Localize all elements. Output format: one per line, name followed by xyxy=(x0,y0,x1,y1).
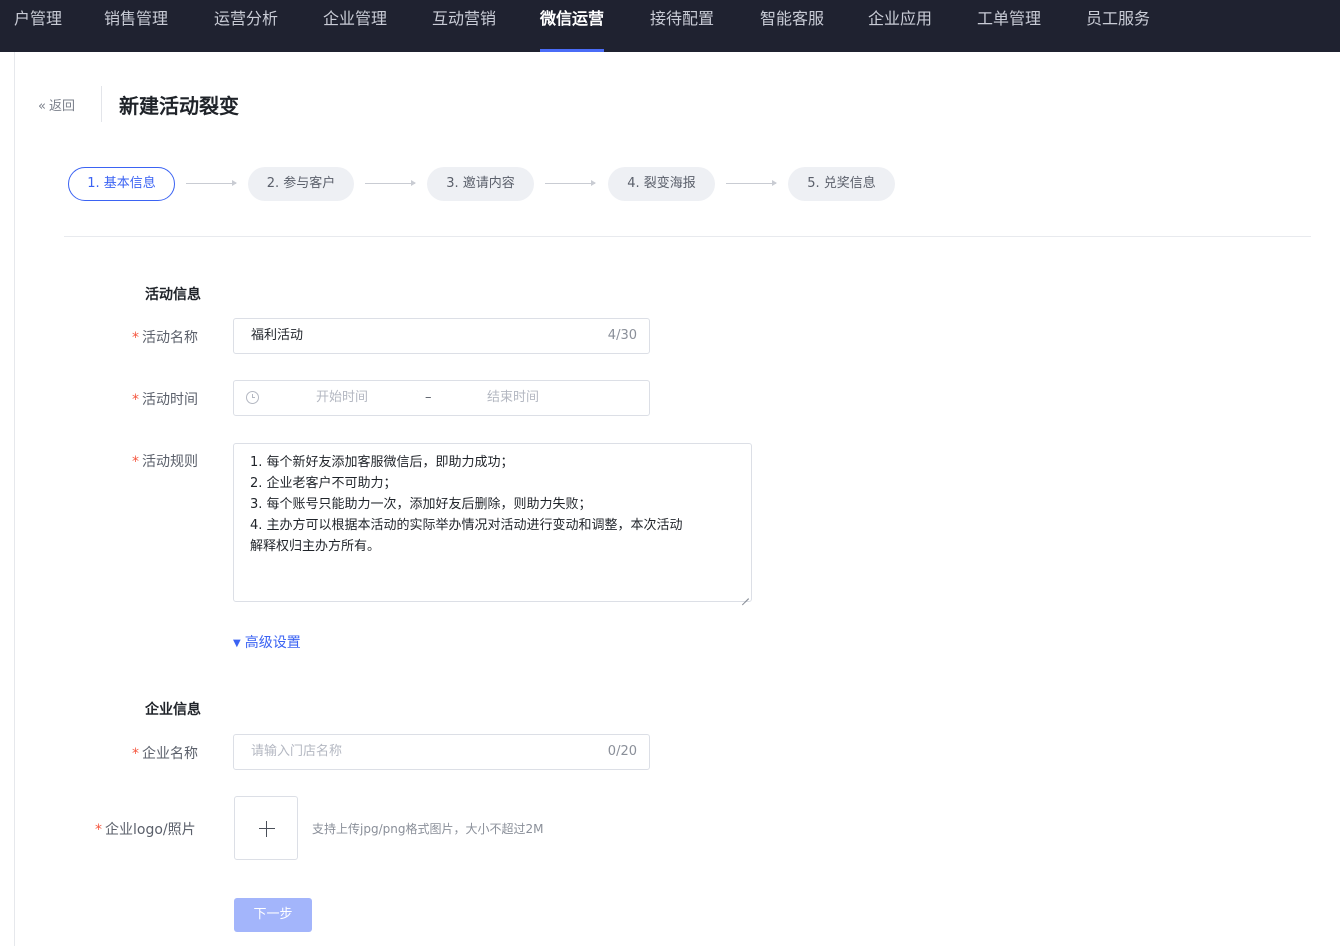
required-mark: * xyxy=(132,392,139,408)
required-mark: * xyxy=(95,822,102,838)
company-name-input[interactable]: 请输入门店名称 0/20 xyxy=(233,734,650,770)
nav-item-tickets[interactable]: 工单管理 xyxy=(977,0,1041,52)
nav-item-ai-service[interactable]: 智能客服 xyxy=(760,0,824,52)
start-time-placeholder: 开始时间 xyxy=(316,390,369,405)
required-mark: * xyxy=(132,330,139,346)
plus-icon xyxy=(259,821,275,837)
clock-icon xyxy=(246,391,259,404)
activity-rules-textarea[interactable]: 1. 每个新好友添加客服微信后，即助力成功； 2. 企业老客户不可助力； 3. … xyxy=(233,443,752,602)
company-logo-label: * 企业logo/照片 xyxy=(95,822,196,838)
caret-down-icon: ▼ xyxy=(233,638,241,649)
nav-item-enterprise[interactable]: 企业管理 xyxy=(323,0,387,52)
end-time-placeholder: 结束时间 xyxy=(487,390,540,405)
activity-name-label: * 活动名称 xyxy=(132,330,198,346)
title-divider xyxy=(101,86,102,122)
step-poster[interactable]: 4. 裂变海报 xyxy=(608,167,715,201)
activity-rules-label: * 活动规则 xyxy=(132,454,198,470)
rule-line: 4. 主办方可以根据本活动的实际举办情况对活动进行变动和调整，本次活动 xyxy=(250,518,683,533)
activity-time-range-picker[interactable]: 开始时间 – 结束时间 xyxy=(233,380,650,416)
next-step-button[interactable]: 下一步 xyxy=(234,898,312,932)
activity-section-title: 活动信息 xyxy=(145,287,201,303)
step-arrow xyxy=(365,180,416,186)
back-label: 返回 xyxy=(48,99,75,114)
time-separator: – xyxy=(425,390,432,405)
nav-item-wechat[interactable]: 微信运营 xyxy=(540,0,605,52)
company-section-title: 企业信息 xyxy=(145,702,201,718)
resize-handle-icon[interactable] xyxy=(741,591,749,599)
rule-line: 3. 每个账号只能助力一次，添加好友后删除，则助力失败； xyxy=(250,497,592,512)
step-arrow xyxy=(726,180,777,186)
nav-item-employee[interactable]: 员工服务 xyxy=(1086,0,1150,52)
step-basic-info[interactable]: 1. 基本信息 xyxy=(68,167,175,201)
required-mark: * xyxy=(132,454,139,470)
rule-line: 解释权归主办方所有。 xyxy=(250,539,381,554)
rule-line: 2. 企业老客户不可助力； xyxy=(250,476,397,491)
upload-hint: 支持上传jpg/png格式图片，大小不超过2M xyxy=(312,822,544,836)
nav-item-marketing[interactable]: 互动营销 xyxy=(432,0,496,52)
nav-item-sales[interactable]: 销售管理 xyxy=(104,0,168,52)
step-invite-content[interactable]: 3. 邀请内容 xyxy=(427,167,534,201)
page-title: 新建活动裂变 xyxy=(119,94,239,118)
back-button[interactable]: «返回 xyxy=(38,95,75,114)
logo-upload-button[interactable] xyxy=(234,796,298,860)
company-name-placeholder: 请输入门店名称 xyxy=(251,744,343,759)
step-arrow xyxy=(186,180,237,186)
activity-name-input[interactable]: 福利活动 4/30 xyxy=(233,318,650,354)
activity-name-counter: 4/30 xyxy=(607,328,637,343)
double-chevron-left-icon: « xyxy=(38,99,46,114)
activity-name-value: 福利活动 xyxy=(251,328,304,343)
nav-item-analytics[interactable]: 运营分析 xyxy=(214,0,278,52)
step-arrow xyxy=(545,180,596,186)
divider xyxy=(64,236,1311,237)
nav-item-apps[interactable]: 企业应用 xyxy=(868,0,932,52)
required-mark: * xyxy=(132,746,139,762)
advanced-settings-toggle[interactable]: ▼ 高级设置 xyxy=(233,632,301,652)
nav-item-customer[interactable]: 户管理 xyxy=(14,0,62,52)
rule-line: 1. 每个新好友添加客服微信后，即助力成功； xyxy=(250,455,514,470)
top-nav: 户管理 销售管理 运营分析 企业管理 互动营销 微信运营 接待配置 智能客服 企… xyxy=(0,0,1340,52)
company-name-label: * 企业名称 xyxy=(132,746,198,762)
activity-time-label: * 活动时间 xyxy=(132,392,198,408)
step-redeem-info[interactable]: 5. 兑奖信息 xyxy=(788,167,895,201)
nav-item-reception[interactable]: 接待配置 xyxy=(650,0,714,52)
company-name-counter: 0/20 xyxy=(607,744,637,759)
step-participants[interactable]: 2. 参与客户 xyxy=(248,167,354,201)
